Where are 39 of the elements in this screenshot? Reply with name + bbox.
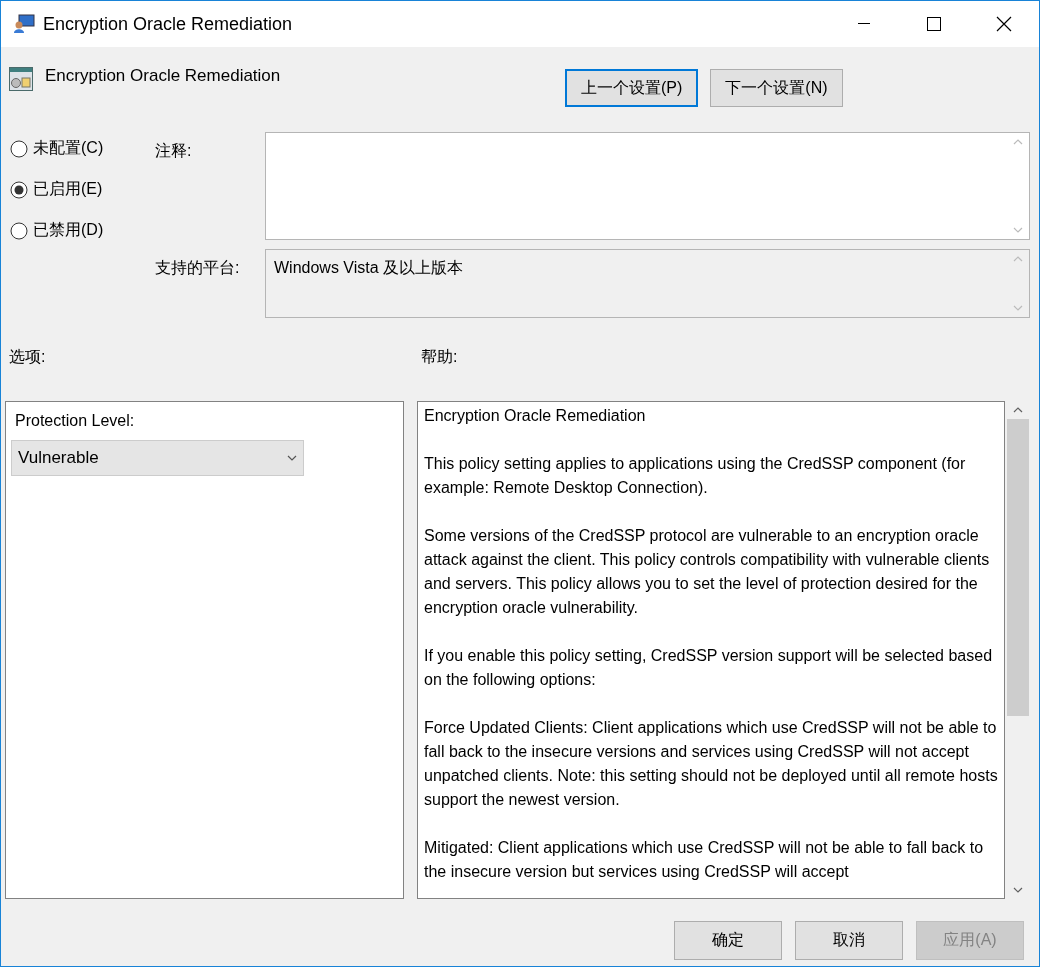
section-label: 选项:	[9, 347, 47, 367]
radio-label: 未配置(C)	[33, 138, 104, 158]
radio-label: 已禁用(D)	[33, 220, 104, 240]
minimize-icon	[858, 23, 870, 25]
maximize-icon	[927, 17, 941, 31]
dialog-button[interactable]: 确定	[674, 921, 782, 960]
setting-nav-button[interactable]: 上一个设置(P)	[565, 69, 699, 107]
setting-nav-button[interactable]: 下一个设置(N)	[710, 69, 843, 107]
computer-user-icon	[13, 14, 35, 34]
policy-settings-icon	[9, 67, 33, 91]
help-paragraph: Some versions of the CredSSP protocol are vulnerable to an encryption oracle attack against the client. This policy controls compatibility with vulnerable clients and servers. This policy allows you to set the level of protection desired for the encryption oracle vulnerability.	[424, 526, 991, 618]
help-paragraph: Encryption Oracle Remediation	[424, 406, 647, 426]
help-paragraph: If you enable this policy setting, CredSSP version support will be selected based on the following options:	[424, 646, 994, 690]
scroll-down-icon	[1013, 305, 1023, 311]
scroll-down-icon	[1012, 887, 1023, 893]
radio-button[interactable]	[10, 139, 28, 158]
platform-text: Windows Vista 及以上版本	[273, 258, 465, 278]
section-label: 帮助:	[421, 347, 459, 367]
window-title: Encryption Oracle Remediation	[43, 13, 294, 35]
scrollbar-thumb[interactable]	[1006, 419, 1029, 716]
dropdown[interactable]: Vulnerable	[11, 440, 304, 476]
help-paragraph: Force Updated Clients: Client applications which use CredSSP will not be able to fall back to the insecure versions and services using CredSSP will not accept unpatched clients. Note: this setting should not be deployed until all remote hosts support the newest version.	[424, 718, 998, 810]
scroll-up-icon	[1013, 139, 1023, 145]
comment-field[interactable]	[265, 132, 1030, 240]
scroll-up-icon	[1012, 407, 1023, 413]
field-label: 注释:	[155, 141, 193, 161]
scroll-up-icon	[1013, 256, 1023, 262]
caret-icon	[287, 455, 297, 461]
radio-button[interactable]	[10, 221, 28, 240]
help-paragraph: This policy setting applies to applications using the CredSSP component (for example: Remote Desktop Connection).	[424, 454, 967, 498]
scroll-down-icon	[1013, 227, 1023, 233]
field-label: 支持的平台:	[155, 258, 241, 278]
option-label: Protection Level:	[14, 412, 136, 430]
policy-name: Encryption Oracle Remediation	[45, 66, 282, 86]
dialog-button[interactable]: 取消	[795, 921, 903, 960]
radio-label: 已启用(E)	[33, 179, 103, 199]
help-paragraph: Mitigated: Client applications which use CredSSP will not be able to fall back to the insecure version but services using CredSSP will accept	[424, 838, 985, 882]
radio-button[interactable]	[10, 180, 28, 199]
close-icon	[996, 16, 1012, 32]
